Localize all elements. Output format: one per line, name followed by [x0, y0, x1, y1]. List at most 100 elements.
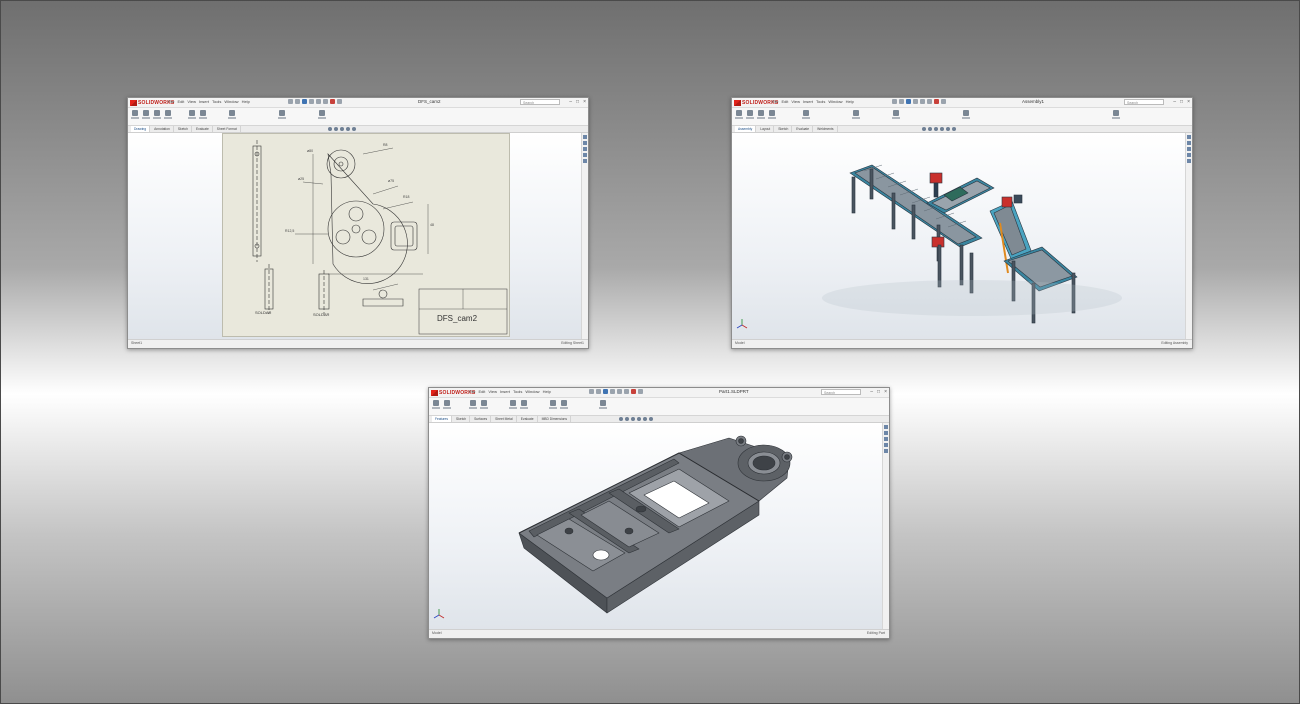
section-view-icon[interactable] — [637, 417, 641, 421]
revolved-boss-button[interactable] — [443, 400, 451, 412]
zoom-fit-icon[interactable] — [922, 127, 926, 131]
display-style-icon[interactable] — [952, 127, 956, 131]
maximize-icon[interactable]: □ — [1180, 98, 1183, 106]
menu-file[interactable]: File — [772, 99, 778, 104]
menu-insert[interactable]: Insert — [500, 389, 510, 394]
section-view-button[interactable] — [153, 110, 161, 122]
new-icon[interactable] — [288, 99, 293, 104]
menu-edit[interactable]: Edit — [177, 99, 184, 104]
sheet-tab[interactable]: Sheet1 — [131, 341, 142, 345]
previous-view-icon[interactable] — [631, 417, 635, 421]
print-icon[interactable] — [309, 99, 314, 104]
resources-icon[interactable] — [583, 135, 587, 139]
menu-window[interactable]: Window — [828, 99, 842, 104]
solidworks-drawing-window[interactable]: SOLIDWORKS File Edit View Insert Tools W… — [127, 97, 589, 349]
rebuild-icon[interactable] — [934, 99, 939, 104]
linear-pattern-button[interactable] — [757, 110, 765, 122]
minimize-icon[interactable]: – — [569, 98, 572, 106]
task-pane[interactable] — [581, 133, 588, 340]
maximize-icon[interactable]: □ — [576, 98, 579, 106]
options-icon[interactable] — [638, 389, 643, 394]
model-tab[interactable]: Model — [432, 631, 442, 635]
heads-up-toolbar[interactable] — [619, 417, 653, 422]
save-icon[interactable] — [603, 389, 608, 394]
graphics-area[interactable]: ø80 R8 ø75 R18 ø25 R12,5 131 48 SOLDAR SOLDA… — [128, 133, 582, 340]
extruded-cut-button[interactable] — [469, 400, 477, 412]
quick-access-toolbar[interactable] — [288, 99, 342, 104]
reference-geometry-button[interactable] — [599, 400, 607, 412]
select-icon[interactable] — [624, 389, 629, 394]
centerline-button[interactable] — [318, 110, 326, 122]
open-icon[interactable] — [596, 389, 601, 394]
command-manager[interactable] — [128, 108, 588, 126]
quick-access-toolbar[interactable] — [589, 389, 643, 394]
open-icon[interactable] — [295, 99, 300, 104]
view-palette-icon[interactable] — [1187, 153, 1191, 157]
tab-layout[interactable]: Layout — [757, 126, 775, 132]
tab-assembly[interactable]: Assembly — [735, 126, 757, 132]
print-icon[interactable] — [913, 99, 918, 104]
model-view-button[interactable] — [131, 110, 139, 122]
previous-view-icon[interactable] — [340, 127, 344, 131]
command-tabs[interactable]: Drawing Annotation Sketch Evaluate Sheet… — [128, 126, 588, 133]
projected-view-button[interactable] — [142, 110, 150, 122]
menu-window[interactable]: Window — [224, 99, 238, 104]
menu-help[interactable]: Help — [543, 389, 551, 394]
view-orientation-icon[interactable] — [946, 127, 950, 131]
rib-button[interactable] — [549, 400, 557, 412]
tab-features[interactable]: Features — [432, 416, 453, 422]
instant3d-button[interactable] — [1112, 110, 1120, 122]
close-icon[interactable]: × — [1187, 98, 1190, 106]
close-icon[interactable]: × — [583, 98, 586, 106]
design-library-icon[interactable] — [583, 141, 587, 145]
search-input[interactable]: Search — [520, 99, 560, 105]
window-controls[interactable]: – □ × — [1173, 98, 1190, 106]
menu-insert[interactable]: Insert — [803, 99, 813, 104]
graphics-area[interactable] — [429, 423, 883, 630]
file-explorer-icon[interactable] — [884, 437, 888, 441]
move-component-button[interactable] — [802, 110, 810, 122]
tab-evaluate[interactable]: Evaluate — [518, 416, 538, 422]
resources-icon[interactable] — [884, 425, 888, 429]
menu-view[interactable]: View — [791, 99, 800, 104]
new-icon[interactable] — [589, 389, 594, 394]
rebuild-icon[interactable] — [631, 389, 636, 394]
select-icon[interactable] — [323, 99, 328, 104]
appearances-icon[interactable] — [884, 449, 888, 453]
appearances-icon[interactable] — [583, 159, 587, 163]
save-icon[interactable] — [302, 99, 307, 104]
detail-view-button[interactable] — [164, 110, 172, 122]
display-style-icon[interactable] — [352, 127, 356, 131]
tab-sketch[interactable]: Sketch — [775, 126, 793, 132]
view-palette-icon[interactable] — [583, 153, 587, 157]
menu-tools[interactable]: Tools — [513, 389, 522, 394]
window-controls[interactable]: – □ × — [569, 98, 586, 106]
window-controls[interactable]: – □ × — [870, 388, 887, 396]
tab-surfaces[interactable]: Surfaces — [471, 416, 492, 422]
zoom-fit-icon[interactable] — [619, 417, 623, 421]
view-palette-icon[interactable] — [884, 443, 888, 447]
view-orientation-icon[interactable] — [346, 127, 350, 131]
tab-weldments[interactable]: Weldments — [814, 126, 838, 132]
insert-components-button[interactable] — [735, 110, 743, 122]
undo-icon[interactable] — [920, 99, 925, 104]
search-input[interactable]: Search — [821, 389, 861, 395]
tab-annotation[interactable]: Annotation — [151, 126, 174, 132]
menu-file[interactable]: File — [469, 389, 475, 394]
menu-bar[interactable]: File Edit View Insert Tools Window Help — [469, 389, 551, 394]
tab-sketch[interactable]: Sketch — [453, 416, 471, 422]
save-icon[interactable] — [906, 99, 911, 104]
options-icon[interactable] — [337, 99, 342, 104]
solidworks-part-window[interactable]: SOLIDWORKS File Edit View Insert Tools W… — [428, 387, 890, 639]
tab-drawing[interactable]: Drawing — [131, 126, 151, 132]
design-library-icon[interactable] — [884, 431, 888, 435]
model-tab[interactable]: Model — [735, 341, 745, 345]
balloon-button[interactable] — [228, 110, 236, 122]
print-icon[interactable] — [610, 389, 615, 394]
shell-button[interactable] — [560, 400, 568, 412]
undo-icon[interactable] — [617, 389, 622, 394]
command-manager[interactable] — [429, 398, 889, 416]
resources-icon[interactable] — [1187, 135, 1191, 139]
previous-view-icon[interactable] — [934, 127, 938, 131]
menu-help[interactable]: Help — [846, 99, 854, 104]
